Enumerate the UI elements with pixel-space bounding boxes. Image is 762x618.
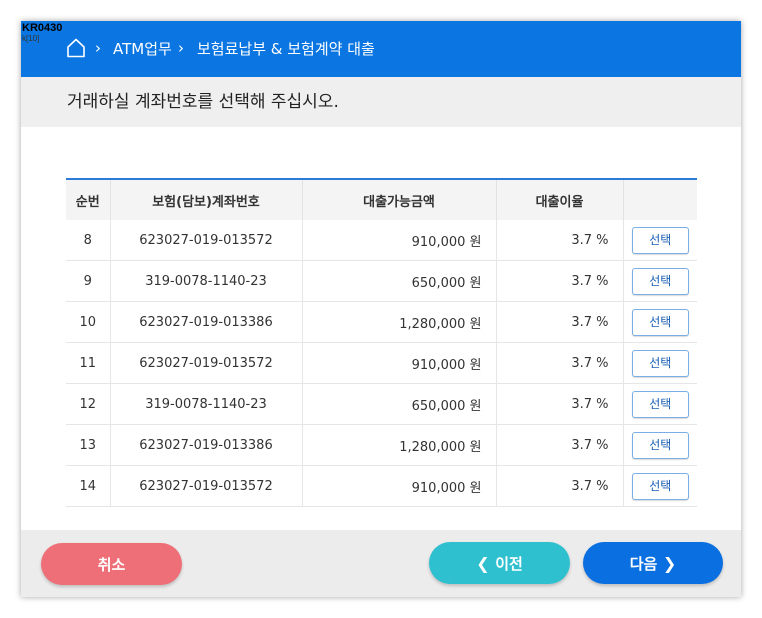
row-no: 10: [66, 301, 111, 343]
prev-button-label: 이전: [495, 554, 523, 573]
row-rate: 3.7 %: [496, 465, 624, 507]
select-button[interactable]: 선택: [631, 308, 689, 336]
select-button[interactable]: 선택: [631, 349, 689, 377]
atm-window: › ATM업무 › 보험료납부 & 보험계약 대출 거래하실 계좌번호를 선택해…: [21, 21, 741, 597]
row-no: 9: [66, 260, 111, 302]
col-header-rate: 대출이율: [496, 179, 624, 220]
row-rate: 3.7 %: [496, 260, 624, 302]
row-amount: 650,000 원: [302, 383, 497, 425]
row-account: 623027-019-013572: [110, 342, 303, 384]
col-header-account: 보험(담보)계좌번호: [110, 179, 303, 220]
select-button[interactable]: 선택: [631, 472, 689, 500]
chevron-left-icon: ❮: [476, 553, 496, 573]
row-rate: 3.7 %: [496, 383, 624, 425]
row-rate: 3.7 %: [496, 342, 624, 384]
select-button[interactable]: 선택: [631, 431, 689, 459]
home-icon[interactable]: [65, 37, 87, 59]
table-row: 13 623027-019-013386 1,280,000 원 3.7 % 선…: [66, 424, 697, 466]
screen-code: KR0430: [22, 22, 63, 34]
instruction-bar: 거래하실 계좌번호를 선택해 주십시오.: [21, 77, 741, 127]
table-row: 9 319-0078-1140-23 650,000 원 3.7 % 선택: [66, 260, 697, 302]
table-row: 10 623027-019-013386 1,280,000 원 3.7 % 선…: [66, 301, 697, 343]
row-no: 13: [66, 424, 111, 466]
screen-sub-code: k[10]: [22, 34, 40, 43]
table-row: 14 623027-019-013572 910,000 원 3.7 % 선택: [66, 465, 697, 507]
table-row: 8 623027-019-013572 910,000 원 3.7 % 선택: [66, 220, 697, 261]
table-header-row: 순번 보험(담보)계좌번호 대출가능금액 대출이율: [66, 179, 697, 220]
cancel-button[interactable]: 취소: [41, 543, 182, 585]
row-rate: 3.7 %: [496, 220, 624, 261]
breadcrumb-atm[interactable]: ATM업무: [113, 40, 172, 58]
row-account: 623027-019-013572: [110, 465, 303, 507]
chevron-right-icon: ›: [178, 39, 184, 57]
prev-button[interactable]: ❮ 이전: [429, 542, 570, 584]
row-amount: 1,280,000 원: [302, 301, 497, 343]
col-header-no: 순번: [66, 179, 111, 220]
row-account: 319-0078-1140-23: [110, 260, 303, 302]
row-no: 12: [66, 383, 111, 425]
row-amount: 650,000 원: [302, 260, 497, 302]
next-button-label: 다음: [629, 554, 658, 573]
row-amount: 1,280,000 원: [302, 424, 497, 466]
header-bar: › ATM업무 › 보험료납부 & 보험계약 대출: [21, 21, 741, 77]
row-amount: 910,000 원: [302, 465, 497, 507]
cancel-button-label: 취소: [97, 555, 126, 574]
table-row: 11 623027-019-013572 910,000 원 3.7 % 선택: [66, 342, 697, 384]
col-header-amount: 대출가능금액: [302, 179, 497, 220]
select-button[interactable]: 선택: [631, 226, 689, 254]
chevron-right-icon: ›: [95, 39, 101, 57]
row-amount: 910,000 원: [302, 342, 497, 384]
row-account: 623027-019-013386: [110, 424, 303, 466]
chevron-right-icon: ❯: [657, 553, 677, 573]
row-no: 14: [66, 465, 111, 507]
row-no: 11: [66, 342, 111, 384]
instruction-text: 거래하실 계좌번호를 선택해 주십시오.: [67, 92, 339, 112]
row-account: 319-0078-1140-23: [110, 383, 303, 425]
footer-bar: 취소 ❮ 이전 다음 ❯: [21, 530, 741, 597]
table-row: 12 319-0078-1140-23 650,000 원 3.7 % 선택: [66, 383, 697, 425]
select-button[interactable]: 선택: [631, 390, 689, 418]
row-no: 8: [66, 220, 111, 261]
row-rate: 3.7 %: [496, 424, 624, 466]
select-button[interactable]: 선택: [631, 267, 689, 295]
row-rate: 3.7 %: [496, 301, 624, 343]
account-table: 순번 보험(담보)계좌번호 대출가능금액 대출이율 8 623027-019-0…: [66, 178, 697, 507]
breadcrumb-current: 보험료납부 & 보험계약 대출: [197, 40, 375, 58]
next-button[interactable]: 다음 ❯: [583, 542, 723, 584]
row-account: 623027-019-013572: [110, 220, 303, 261]
row-amount: 910,000 원: [302, 220, 497, 261]
col-header-action: [623, 179, 697, 220]
row-account: 623027-019-013386: [110, 301, 303, 343]
